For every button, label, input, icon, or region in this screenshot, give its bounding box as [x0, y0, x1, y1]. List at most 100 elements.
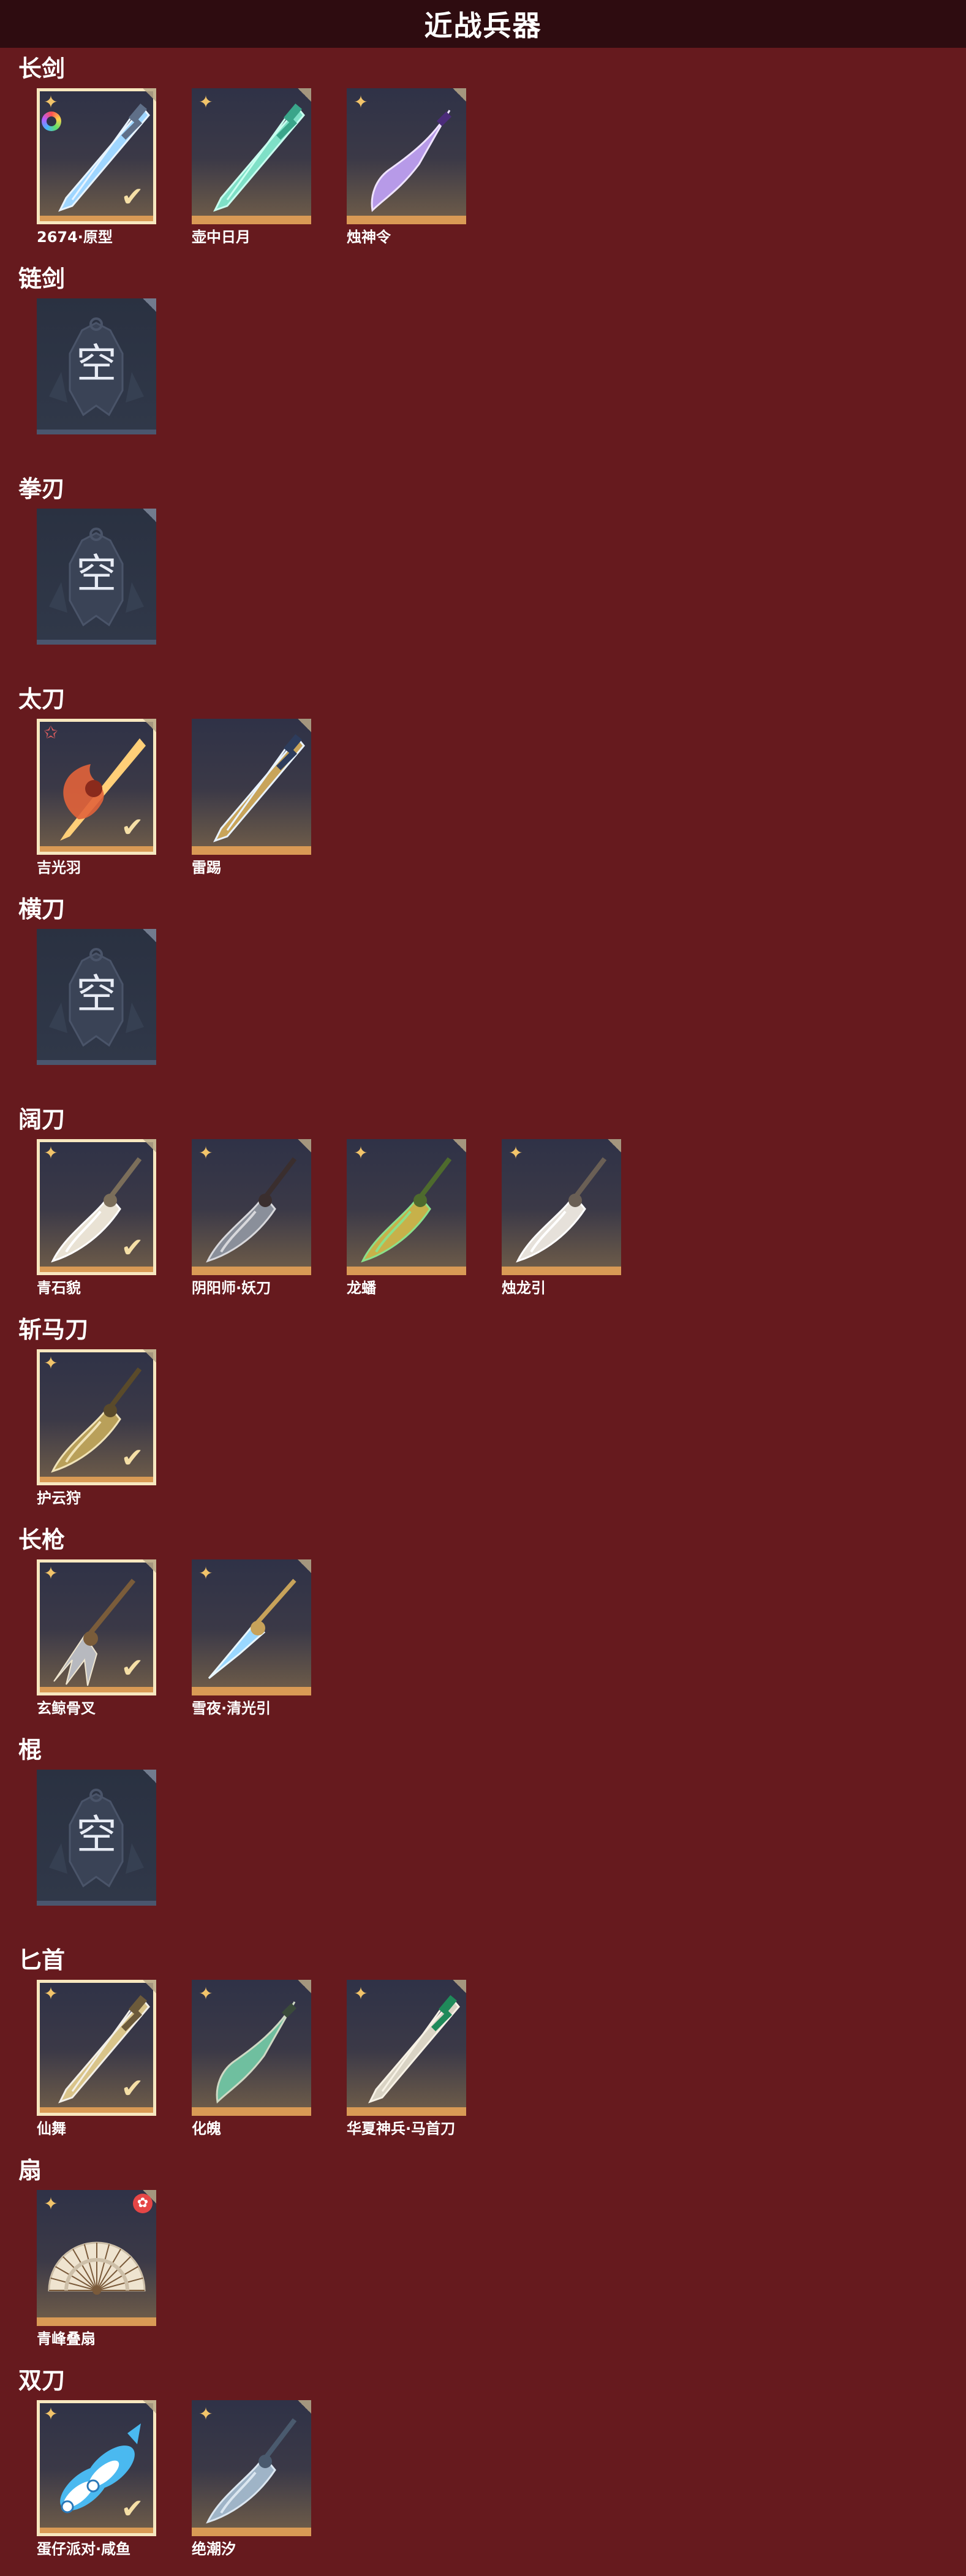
page-title: 近战兵器	[424, 9, 542, 42]
checkmark-icon: ✔	[121, 2073, 144, 2104]
weapon-slot[interactable]: ✦ 龙蟠	[347, 1139, 466, 1297]
weapon-category-section: 太刀 ✩ ✔ 吉光羽 雷踢	[0, 682, 966, 893]
weapon-card[interactable]: ✩ ✔	[37, 719, 156, 855]
weapon-card[interactable]	[192, 719, 311, 855]
corner-tab-icon	[298, 719, 311, 732]
corner-tab-icon	[143, 1980, 156, 1993]
corner-tab-icon	[143, 2400, 156, 2414]
weapon-category-section: 拳刃 空	[0, 472, 966, 683]
weapon-card[interactable]: ✦ ✔	[37, 1349, 156, 1485]
gold-star-icon: ✦	[198, 1983, 213, 2004]
weapon-card[interactable]: ✦	[502, 1139, 621, 1275]
weapon-slot[interactable]: ✦ ✔ 仙舞	[37, 1980, 156, 2138]
weapon-slot[interactable]: ✦ 绝潮汐	[192, 2400, 311, 2558]
weapon-slot[interactable]: ✩ ✔ 吉光羽	[37, 719, 156, 877]
corner-tab-icon	[143, 1559, 156, 1573]
checkmark-icon: ✔	[121, 181, 144, 213]
weapon-card[interactable]: ✦	[192, 1559, 311, 1695]
weapon-image	[206, 1157, 297, 1263]
weapon-slot[interactable]: ✦ 烛神令	[347, 88, 466, 246]
weapon-name: 青石貌	[37, 1279, 81, 1297]
empty-slot-card[interactable]: 空	[37, 298, 156, 434]
weapon-name: 吉光羽	[37, 859, 81, 876]
weapon-card[interactable]: ✦ ✔	[37, 1980, 156, 2116]
weapon-name: 青峰叠扇	[37, 2330, 96, 2347]
weapon-card[interactable]: ✦ ✿	[37, 2190, 156, 2326]
weapon-card[interactable]: ✦	[347, 88, 466, 224]
gold-star-icon: ✦	[43, 1983, 58, 2004]
checkmark-icon: ✔	[121, 812, 144, 843]
weapon-slot[interactable]: ✦ ✔ 玄鲸骨叉	[37, 1559, 156, 1718]
weapon-category-section: 斩马刀 ✦ ✔ 护云狩	[0, 1313, 966, 1523]
weapon-category-section: 扇 ✦ ✿ 青峰叠扇	[0, 2153, 966, 2364]
corner-tab-icon	[143, 88, 156, 102]
weapon-card[interactable]: ✦	[192, 88, 311, 224]
checkmark-icon: ✔	[121, 2493, 144, 2525]
weapon-name: 仙舞	[37, 2120, 66, 2137]
weapon-category-section: 双刀 ✦ ✔ 蛋仔派对·咸鱼 ✦ 绝潮汐	[0, 2363, 966, 2574]
weapon-slot[interactable]: ✦ ✔ 护云狩	[37, 1349, 156, 1507]
weapon-name: 绝潮汐	[192, 2540, 236, 2558]
corner-tab-icon	[298, 2400, 311, 2414]
gold-star-icon: ✦	[43, 92, 58, 112]
empty-slot-card[interactable]: 空	[37, 1770, 156, 1906]
empty-slot-card[interactable]: 空	[37, 929, 156, 1065]
weapon-slot[interactable]: ✦ 华夏神兵·马首刀	[347, 1980, 466, 2138]
red-star-icon: ✩	[43, 722, 58, 743]
empty-slot-label: 空	[76, 1811, 117, 1858]
gold-star-icon: ✦	[43, 1143, 58, 1163]
weapon-slot[interactable]: ✦ ✔ 2674·原型	[37, 88, 156, 246]
weapon-name: 烛神令	[347, 229, 391, 246]
weapon-name: 玄鲸骨叉	[37, 1700, 96, 1717]
gold-star-icon: ✦	[43, 1563, 58, 1583]
weapon-slot[interactable]: ✦ 雪夜·清光引	[192, 1559, 311, 1718]
weapon-slot[interactable]: ✦ 壶中日月	[192, 88, 311, 246]
weapon-name: 护云狩	[37, 1490, 81, 1507]
weapon-category-section: 阔刀 ✦ ✔ 青石貌 ✦ 阴阳师·妖刀 ✦ 龙蟠 ✦ 烛龙引	[0, 1102, 966, 1313]
weapon-card[interactable]: ✦	[192, 1980, 311, 2116]
category-title: 斩马刀	[18, 1316, 89, 1343]
weapon-image	[213, 104, 305, 212]
weapon-category-section: 链剑 空	[0, 262, 966, 472]
weapon-card[interactable]: ✦	[192, 2400, 311, 2536]
weapon-slot[interactable]: ✦ ✿ 青峰叠扇	[37, 2190, 156, 2348]
weapon-card[interactable]: ✦	[347, 1139, 466, 1275]
weapon-card[interactable]: ✦ ✔	[37, 1559, 156, 1695]
weapon-card[interactable]: ✦ ✔	[37, 2400, 156, 2536]
weapon-slot[interactable]: ✦ 烛龙引	[502, 1139, 621, 1297]
weapon-category-section: 棍 空	[0, 1733, 966, 1944]
empty-weapon-slot[interactable]: 空	[37, 929, 156, 1065]
weapon-card[interactable]: ✦ ✔	[37, 1139, 156, 1275]
corner-tab-icon	[298, 1139, 311, 1153]
empty-slot-card[interactable]: 空	[37, 509, 156, 645]
weapon-card[interactable]: ✦ ✔	[37, 88, 156, 224]
weapon-slot[interactable]: ✦ ✔ 青石貌	[37, 1139, 156, 1297]
page-header: 近战兵器	[0, 0, 966, 48]
weapon-card[interactable]: ✦	[192, 1139, 311, 1275]
corner-tab-icon	[143, 719, 156, 732]
weapon-name: 雷踢	[192, 859, 221, 876]
category-title: 太刀	[18, 686, 66, 713]
weapon-name: 龙蟠	[347, 1279, 376, 1297]
category-title: 横刀	[18, 896, 66, 923]
weapon-name: 蛋仔派对·咸鱼	[37, 2540, 131, 2558]
weapon-slot[interactable]: 雷踢	[192, 719, 311, 877]
empty-weapon-slot[interactable]: 空	[37, 509, 156, 645]
empty-slot-label: 空	[76, 340, 117, 387]
weapon-slot[interactable]: ✦ 阴阳师·妖刀	[192, 1139, 311, 1297]
weapon-name: 雪夜·清光引	[192, 1700, 271, 1717]
weapon-slot[interactable]: ✦ 化魄	[192, 1980, 311, 2138]
weapon-image	[368, 1995, 460, 2104]
gold-star-icon: ✦	[353, 1143, 368, 1163]
empty-weapon-slot[interactable]: 空	[37, 298, 156, 434]
corner-tab-icon	[453, 1139, 466, 1153]
empty-weapon-slot[interactable]: 空	[37, 1770, 156, 1906]
empty-slot-label: 空	[76, 971, 117, 1018]
weapon-image	[213, 734, 305, 843]
corner-tab-icon	[453, 1980, 466, 1993]
corner-tab-icon	[453, 88, 466, 102]
weapon-slot[interactable]: ✦ ✔ 蛋仔派对·咸鱼	[37, 2400, 156, 2558]
checkmark-icon: ✔	[121, 1232, 144, 1263]
weapon-card[interactable]: ✦	[347, 1980, 466, 2116]
category-title: 链剑	[18, 265, 66, 292]
